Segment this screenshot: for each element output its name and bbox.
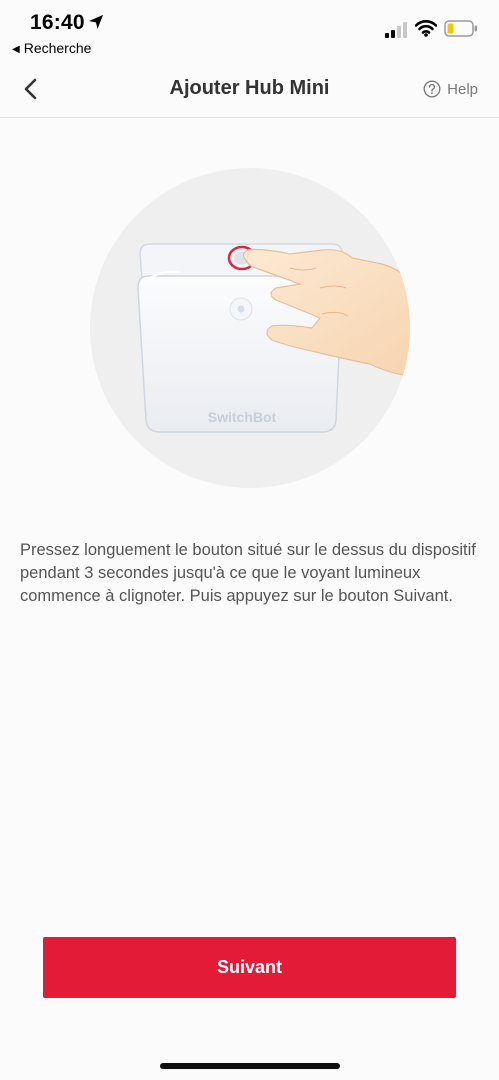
help-label: Help (447, 80, 478, 98)
question-circle-icon (423, 80, 441, 98)
status-time: 16:40 (30, 11, 85, 34)
location-arrow-icon (89, 15, 103, 29)
battery-low-icon (444, 20, 477, 37)
cellular-signal-icon (385, 22, 407, 38)
home-indicator[interactable] (160, 1063, 340, 1069)
status-bar: 16:40 ◀ Recherche (0, 0, 499, 62)
back-to-search-label: Recherche (23, 40, 92, 56)
back-to-search-link[interactable]: ◀ Recherche (12, 40, 91, 56)
help-button[interactable]: Help (423, 78, 478, 100)
next-button[interactable]: Suivant (43, 937, 456, 998)
hub-mini-illustration: SwitchBot (90, 168, 410, 488)
instruction-text: Pressez longuement le bouton situé sur l… (20, 541, 476, 605)
device-brand-label: SwitchBot (208, 409, 277, 425)
navigation-bar: Ajouter Hub Mini Help (0, 62, 499, 118)
back-triangle-icon: ◀ (12, 44, 20, 55)
wifi-icon (415, 20, 437, 37)
add-hub-mini-screen: 16:40 ◀ Recherche Ajouter Hub Mini Help … (0, 0, 499, 1080)
